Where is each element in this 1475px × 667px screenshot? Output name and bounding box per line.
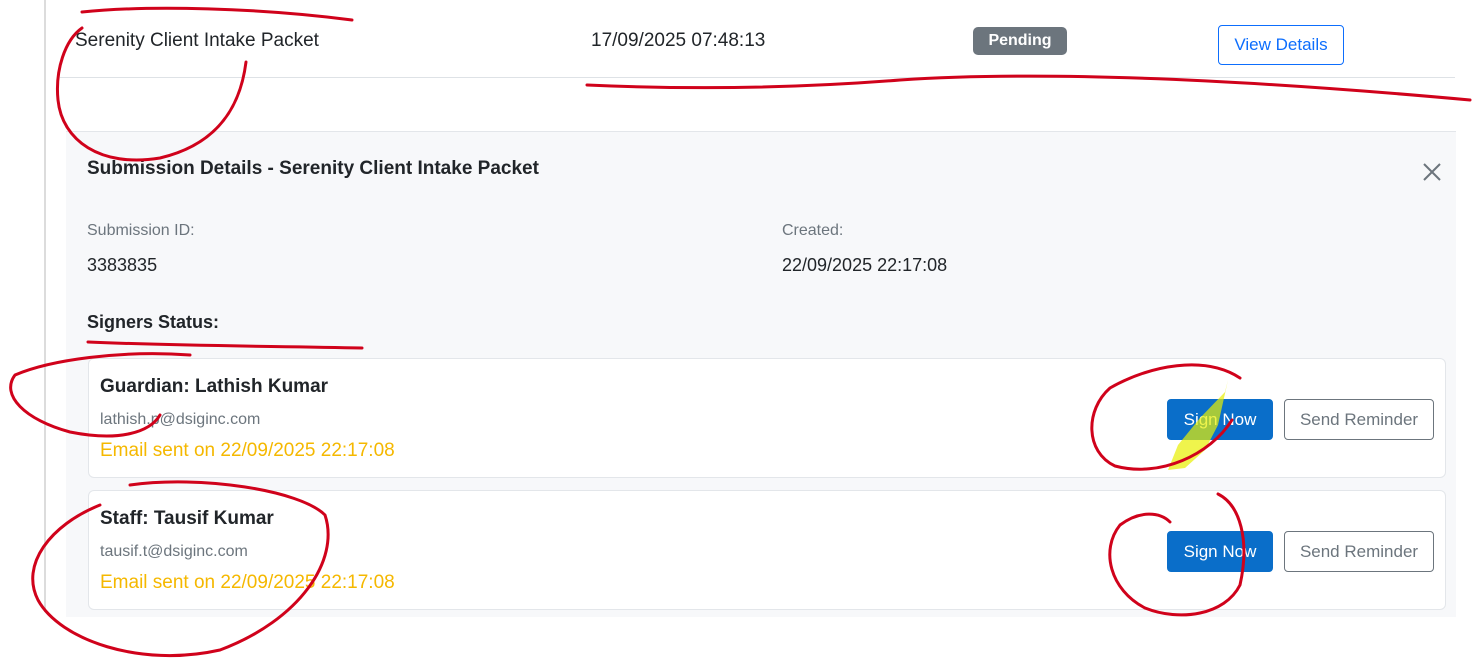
signer-card: Guardian: Lathish Kumar lathish.p@dsigin… [88, 358, 1446, 478]
signer-email: tausif.t@dsiginc.com [100, 543, 248, 560]
annotation-underline [585, 74, 1472, 102]
email-sent-status: Email sent on 22/09/2025 22:17:08 [100, 440, 395, 461]
sign-now-button[interactable]: Sign Now [1167, 531, 1273, 572]
created-value: 22/09/2025 22:17:08 [782, 255, 948, 275]
submission-id-value: 3383835 [87, 255, 158, 275]
send-reminder-button[interactable]: Send Reminder [1284, 531, 1434, 572]
form-date: 17/09/2025 07:48:13 [591, 30, 766, 51]
sign-now-button[interactable]: Sign Now [1167, 399, 1273, 440]
signer-name: Staff: Tausif Kumar [100, 508, 274, 529]
close-icon [1423, 163, 1441, 181]
form-name: Serenity Client Intake Packet [75, 30, 319, 51]
email-sent-status: Email sent on 22/09/2025 22:17:08 [100, 572, 395, 593]
status-badge: Pending [973, 27, 1067, 55]
submission-id-label: Submission ID: [87, 222, 195, 239]
signer-email: lathish.p@dsiginc.com [100, 411, 261, 428]
row-divider [60, 77, 1455, 78]
close-button[interactable] [1416, 156, 1448, 188]
panel-title: Submission Details - Serenity Client Int… [87, 158, 539, 179]
signers-status-title: Signers Status: [87, 312, 220, 332]
submission-details-panel: Submission Details - Serenity Client Int… [66, 131, 1456, 617]
created-label: Created: [782, 222, 844, 239]
left-border [44, 0, 46, 612]
signer-card: Staff: Tausif Kumar tausif.t@dsiginc.com… [88, 490, 1446, 610]
signer-name: Guardian: Lathish Kumar [100, 376, 329, 397]
send-reminder-button[interactable]: Send Reminder [1284, 399, 1434, 440]
view-details-button[interactable]: View Details [1218, 25, 1344, 65]
